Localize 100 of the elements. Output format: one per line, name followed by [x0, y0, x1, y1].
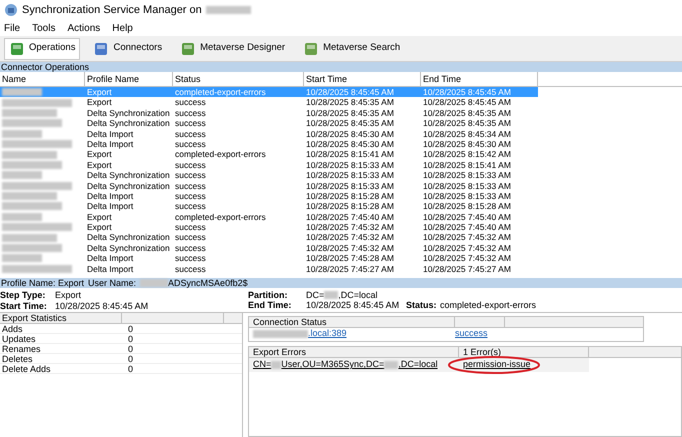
server-link[interactable]: .local:389 [308, 327, 347, 341]
toolbar-button[interactable]: Metaverse Search [298, 38, 406, 60]
table-cell-text: Delta Synchronization [86, 118, 171, 129]
table-cell-text: success [174, 170, 207, 181]
redacted-text [2, 108, 57, 117]
table-row[interactable]: Export success 10/28/2025 7:45:32 AM 10/28/2025 7:45:40 AM [0, 222, 538, 232]
dn-link[interactable]: ,DC=local [398, 358, 438, 372]
toolbar-button[interactable]: Operations [4, 38, 80, 60]
table-cell-text: 10/28/2025 8:15:33 AM [422, 190, 512, 202]
table-cell-text: Delta Import [86, 128, 134, 139]
table-row[interactable]: Delta Import success 10/28/2025 8:15:28 AM 10/28/2025 8:15:33 AM [0, 190, 538, 202]
table-row[interactable]: Delta Import success 10/28/2025 8:45:30 AM 10/28/2025 8:45:30 AM [0, 138, 538, 150]
table-cell-text: 10/28/2025 7:45:32 AM [305, 222, 395, 232]
table-cell-text: 10/28/2025 8:15:33 AM [305, 160, 395, 170]
table-row[interactable]: Export completed-export-errors 10/28/2025 7:45:40 AM 10/28/2025 7:45:40 AM [0, 212, 538, 222]
table-cell-text: Delta Import [86, 138, 134, 150]
column-header[interactable]: Export Errors [249, 347, 459, 357]
statistic-label: Deletes [1, 354, 34, 363]
table-row[interactable]: Delta Synchronization success 10/28/2025 8:45:35 AM 10/28/2025 8:45:35 AM [0, 118, 538, 129]
dn-link[interactable]: User,OU=M365Sync,DC= [281, 358, 384, 372]
redacted-text [2, 192, 57, 200]
connector-icon [93, 40, 110, 56]
table-cell-text: success [174, 138, 207, 150]
table-row[interactable]: Export success 10/28/2025 8:15:33 AM 10/28/2025 8:15:41 AM [0, 160, 538, 170]
menu-item[interactable]: Tools [32, 20, 56, 36]
redacted-text [2, 202, 62, 210]
field-value: Export [55, 290, 82, 301]
table-row[interactable]: Delta Synchronization success 10/28/2025 8:15:33 AM 10/28/2025 8:15:33 AM [0, 180, 538, 191]
section-header: Connector Operations [0, 62, 682, 72]
user-name-value: ADSyncMSAe0fb2$ [168, 278, 248, 288]
table-cell-text: 10/28/2025 7:45:32 AM [422, 232, 512, 243]
column-header[interactable]: 1 Error(s) [459, 347, 589, 357]
table-row[interactable]: Delta Synchronization success 10/28/2025 8:45:35 AM 10/28/2025 8:45:35 AM [0, 108, 538, 118]
table-cell-text: completed-export-errors [174, 149, 267, 160]
table-cell-text: success [174, 97, 207, 108]
table-cell-text: Export [86, 212, 113, 222]
menu-item[interactable]: Help [112, 20, 133, 36]
column-header[interactable]: Start Time [304, 72, 421, 86]
table-cell-text: 10/28/2025 8:45:35 AM [422, 108, 512, 118]
table-cell-text: 10/28/2025 7:45:32 AM [422, 253, 512, 264]
redacted-text [2, 160, 62, 169]
field-value: 10/28/2025 8:45:45 AM [55, 301, 150, 312]
column-header[interactable]: Name [0, 72, 85, 86]
table-row[interactable]: Export completed-export-errors 10/28/2025 8:15:41 AM 10/28/2025 8:15:42 AM [0, 149, 538, 160]
table-row[interactable]: Delta Synchronization success 10/28/2025 7:45:32 AM 10/28/2025 7:45:32 AM [0, 242, 538, 254]
table-cell-text: Delta Synchronization [86, 232, 171, 243]
table-cell-text: Delta Import [86, 190, 134, 202]
table-row[interactable]: Delta Import success 10/28/2025 7:45:28 AM 10/28/2025 7:45:32 AM [0, 253, 538, 264]
table-cell-text: 10/28/2025 7:45:32 AM [305, 232, 395, 243]
statistic-label: Renames [1, 344, 42, 353]
table-cell-text: 10/28/2025 7:45:32 AM [305, 242, 395, 254]
field-label: Status: [406, 300, 438, 310]
table-row[interactable]: Export success 10/28/2025 8:45:35 AM 10/28/2025 8:45:45 AM [0, 97, 538, 108]
table-cell-text: Export [86, 160, 113, 170]
table-cell-text: 10/28/2025 7:45:27 AM [422, 264, 512, 274]
column-header[interactable]: Profile Name [85, 72, 173, 86]
table-cell-text: 10/28/2025 8:45:35 AM [305, 118, 395, 129]
table-cell-text: 10/28/2025 7:45:40 AM [422, 222, 512, 232]
table-cell-text: Delta Synchronization [86, 170, 171, 181]
redacted-text [2, 254, 42, 262]
menu-item[interactable]: File [4, 20, 20, 36]
table-cell-text: success [174, 201, 207, 212]
table-row[interactable]: Delta Import success 10/28/2025 8:15:28 AM 10/28/2025 8:15:28 AM [0, 201, 538, 212]
table-cell-text: Export [86, 97, 113, 108]
redacted-text [2, 182, 72, 190]
table-cell-text: 10/28/2025 8:15:33 AM [305, 180, 395, 191]
column-header[interactable]: Status [173, 72, 304, 86]
field-label: Start Time: [0, 301, 48, 312]
redacted-text [2, 244, 62, 252]
redacted-text [2, 140, 72, 148]
toolbar-button[interactable]: Metaverse Designer [175, 38, 290, 60]
statistic-label: Updates [1, 334, 37, 343]
statistic-value: 0 [128, 324, 134, 333]
table-cell-text: success [174, 190, 207, 202]
table-row[interactable]: Delta Synchronization success 10/28/2025 8:15:33 AM 10/28/2025 8:15:33 AM [0, 170, 538, 181]
table-cell-text: 10/28/2025 8:15:28 AM [305, 201, 395, 212]
table-cell-text: 10/28/2025 8:45:30 AM [305, 128, 395, 139]
table-row[interactable]: Delta Import success 10/28/2025 7:45:27 AM 10/28/2025 7:45:27 AM [0, 264, 538, 274]
table-cell-text: 10/28/2025 8:45:30 AM [305, 138, 395, 150]
redacted-text [2, 264, 72, 273]
table-cell-text: success [174, 160, 207, 170]
statistic-label: Delete Adds [1, 364, 52, 373]
table-row[interactable]: Delta Import success 10/28/2025 8:45:30 AM 10/28/2025 8:45:34 AM [0, 128, 538, 139]
toolbar-button[interactable]: Connectors [88, 38, 168, 60]
table-cell-text: Delta Import [86, 201, 134, 212]
column-header[interactable]: End Time [421, 72, 538, 86]
statistic-label: Adds [1, 324, 24, 333]
table-cell-text: 10/28/2025 8:45:45 AM [422, 97, 512, 108]
table-cell-text: completed-export-errors [174, 212, 267, 222]
redacted-text [2, 98, 72, 107]
menu-item[interactable]: Actions [67, 20, 100, 36]
table-row[interactable]: Delta Synchronization success 10/28/2025 7:45:32 AM 10/28/2025 7:45:32 AM [0, 232, 538, 243]
dn-link[interactable]: CN= [253, 358, 272, 372]
statistic-value: 0 [128, 354, 134, 363]
redacted-text [2, 212, 42, 221]
table-cell-text: Export [86, 149, 113, 160]
table-cell-text: 10/28/2025 7:45:40 AM [422, 212, 512, 222]
status-link[interactable]: success [455, 327, 488, 341]
table-cell-text: success [174, 108, 207, 118]
table-cell-text: Delta Synchronization [86, 180, 171, 191]
